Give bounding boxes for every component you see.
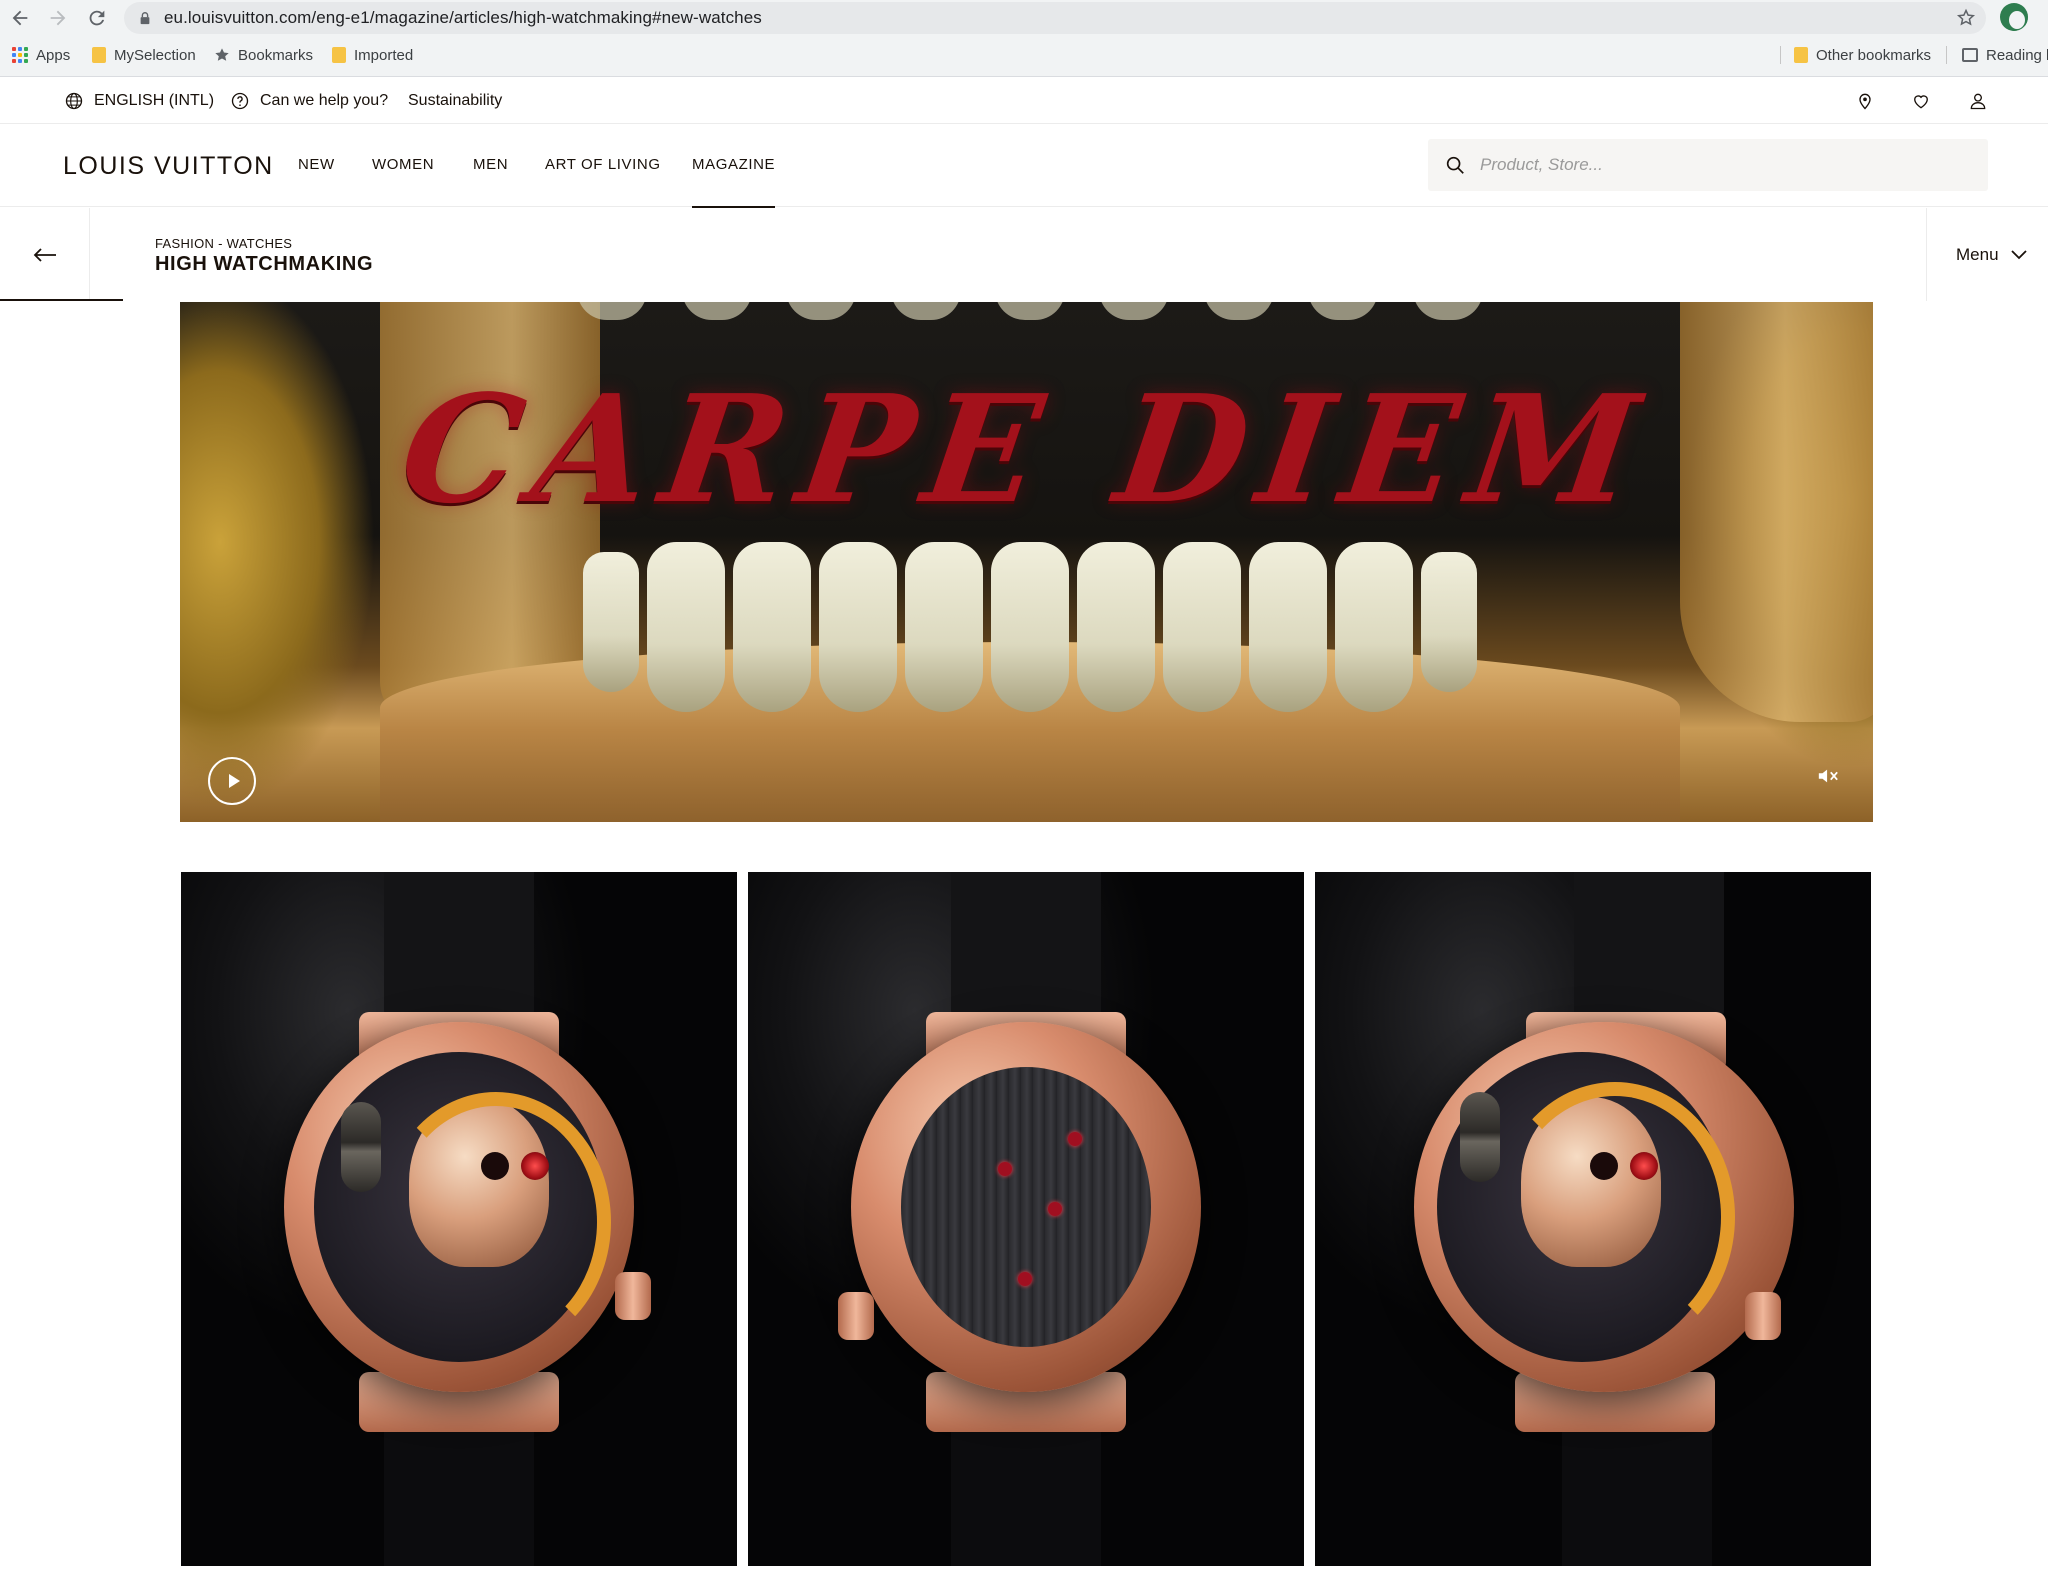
folder-icon <box>332 47 346 63</box>
hero-video[interactable]: CARPE DIEM <box>180 302 1873 822</box>
search-input[interactable] <box>1480 155 1960 175</box>
watch-image-back[interactable] <box>748 872 1304 1566</box>
nav-art-of-living[interactable]: ART OF LIVING <box>545 156 661 173</box>
folder-icon <box>92 47 106 63</box>
brand-logo[interactable]: LOUIS VUITTON <box>63 152 274 181</box>
bookmark-imported[interactable]: Imported <box>332 43 413 67</box>
bookmark-star-icon[interactable] <box>1956 8 1976 28</box>
help-link[interactable]: Can we help you? <box>230 88 388 114</box>
bookmark-myselection[interactable]: MySelection <box>92 43 196 67</box>
bookmark-label: Bookmarks <box>238 46 314 64</box>
page-title: HIGH WATCHMAKING <box>155 253 374 275</box>
menu-label: Menu <box>1956 244 1999 264</box>
nav-women[interactable]: WOMEN <box>372 156 434 173</box>
folder-icon <box>1794 47 1808 63</box>
lock-icon <box>138 10 154 26</box>
bookmark-separator <box>1780 46 1781 64</box>
browser-reload-icon[interactable] <box>82 3 112 33</box>
help-label: Can we help you? <box>260 92 389 109</box>
bookmark-label: Imported <box>354 46 414 64</box>
article-header: FASHION - WATCHES HIGH WATCHMAKING Menu <box>0 208 2048 301</box>
account-user-icon[interactable] <box>1965 88 1991 114</box>
bookmark-label: Apps <box>36 46 71 64</box>
arrow-left-icon <box>33 247 56 262</box>
profile-avatar[interactable] <box>2000 3 2028 31</box>
breadcrumb[interactable]: FASHION - WATCHES <box>155 236 292 251</box>
bookmarks-bar: Apps MySelection Bookmarks Imported Othe… <box>0 40 2048 70</box>
nav-new[interactable]: NEW <box>298 156 335 173</box>
bookmark-other[interactable]: Other bookmarks <box>1794 43 1931 67</box>
url-text: eu.louisvuitton.com/eng-e1/magazine/arti… <box>164 8 762 27</box>
reading-list-label: Reading li <box>1986 46 2048 64</box>
language-label: ENGLISH (INTL) <box>94 92 215 109</box>
reading-list[interactable]: Reading li <box>1962 43 2048 67</box>
mute-icon[interactable] <box>1814 764 1842 788</box>
bookmark-label: MySelection <box>114 46 196 64</box>
reading-list-icon <box>1962 48 1978 62</box>
chevron-down-icon <box>2010 249 2027 259</box>
sustainability-label: Sustainability <box>408 92 503 109</box>
menu-button[interactable]: Menu <box>1926 208 2048 301</box>
bookmark-separator <box>1946 46 1947 64</box>
star-icon <box>215 48 229 61</box>
nav-magazine[interactable]: MAGAZINE <box>692 156 776 208</box>
apps-grid-icon <box>12 47 28 63</box>
wishlist-heart-icon[interactable] <box>1908 88 1934 114</box>
sustainability-link[interactable]: Sustainability <box>408 88 502 114</box>
bookmark-label: Other bookmarks <box>1816 46 1932 64</box>
bookmark-apps[interactable]: Apps <box>12 43 70 67</box>
browser-forward-icon[interactable] <box>43 3 73 33</box>
address-bar[interactable]: eu.louisvuitton.com/eng-e1/magazine/arti… <box>124 2 1986 34</box>
video-frame-detail <box>560 302 1500 322</box>
question-icon <box>231 92 249 110</box>
video-overlay-text: CARPE DIEM <box>391 362 1662 536</box>
globe-icon <box>65 92 83 110</box>
play-button[interactable] <box>208 757 256 805</box>
utility-bar: ENGLISH (INTL) Can we help you? Sustaina… <box>0 78 2048 124</box>
reading-progress-bar <box>0 299 123 301</box>
store-locator-pin-icon[interactable] <box>1852 88 1878 114</box>
video-frame-detail <box>530 542 1530 712</box>
browser-chrome: eu.louisvuitton.com/eng-e1/magazine/arti… <box>0 0 2048 77</box>
search-icon[interactable] <box>1444 154 1466 176</box>
bookmark-bookmarks[interactable]: Bookmarks <box>214 43 313 67</box>
watch-image-side[interactable] <box>1315 872 1871 1566</box>
search-bar <box>1428 139 1988 191</box>
language-selector[interactable]: ENGLISH (INTL) <box>64 88 214 114</box>
back-button[interactable] <box>0 208 90 301</box>
watch-image-front[interactable] <box>181 872 737 1566</box>
nav-men[interactable]: MEN <box>473 156 508 173</box>
main-header: LOUIS VUITTON NEW WOMEN MEN ART OF LIVIN… <box>0 125 2048 208</box>
browser-back-icon[interactable] <box>5 3 35 33</box>
